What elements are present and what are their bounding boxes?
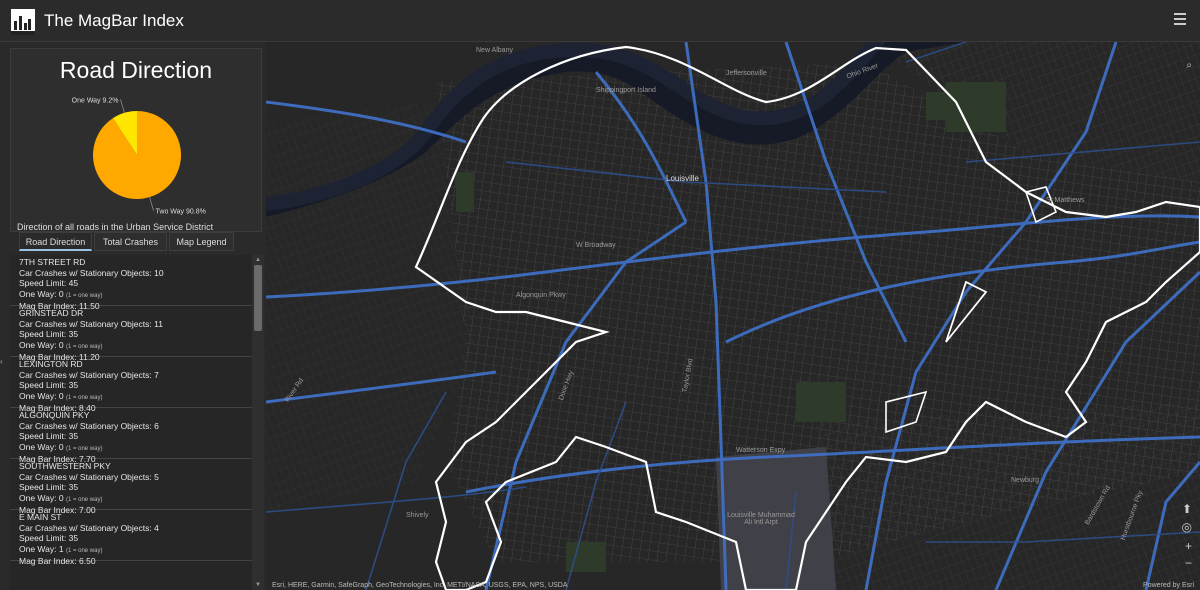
search-icon[interactable]: ⌕	[1186, 60, 1192, 71]
list-item[interactable]: E MAIN ST Car Crashes w/ Stationary Obje…	[10, 510, 252, 566]
road-oneway: One Way: 0 (1 = one way)	[19, 288, 103, 299]
map-label-shively: Shively	[406, 512, 429, 519]
map-label-algonquin: Algonquin Pkwy	[516, 292, 566, 299]
road-name: LEXINGTON RD	[19, 359, 83, 369]
pie-leader-1	[120, 99, 125, 113]
road-name: SOUTHWESTERN PKY	[19, 461, 111, 471]
list-item[interactable]: 7TH STREET RD Car Crashes w/ Stationary …	[10, 255, 252, 311]
app-title: The MagBar Index	[44, 11, 184, 30]
road-name: ALGONQUIN PKY	[19, 410, 90, 420]
road-oneway: One Way: 0 (1 = one way)	[19, 390, 103, 401]
compass-icon[interactable]: ⬆	[1182, 502, 1192, 516]
locate-icon[interactable]: ◎	[1182, 520, 1192, 534]
top-bar: The MagBar Index	[0, 0, 1200, 42]
map-label-jeffersonville: Jeffersonville	[726, 70, 767, 77]
powered-by[interactable]: Powered by Esri	[1143, 582, 1194, 589]
map-label-airport: Louisville Muhammad Ali Intl Arpt	[727, 512, 795, 526]
road-index: Mag Bar Index: 6.50	[19, 556, 96, 566]
road-name: GRINSTEAD DR	[19, 308, 84, 318]
road-direction-chart: Road Direction Two Way 90.8% One Way 9.2%…	[10, 48, 262, 232]
pie-label-1: One Way 9.2%	[72, 97, 119, 104]
oneway-note: (1 = one way)	[65, 496, 103, 503]
scroll-up-icon[interactable]: ▲	[255, 257, 261, 263]
pie-label-0: Two Way 90.8%	[156, 209, 206, 216]
road-speed: Speed Limit: 35	[19, 482, 79, 492]
pie-chart: Two Way 90.8% One Way 9.2%	[72, 97, 206, 216]
tab-map-legend[interactable]: Map Legend	[169, 232, 234, 251]
road-crashes: Car Crashes w/ Stationary Objects: 7	[19, 369, 159, 380]
map-label-broadway: W Broadway	[576, 242, 616, 249]
magbar-logo	[11, 9, 35, 35]
map-canvas[interactable]	[266, 42, 1200, 590]
oneway-note: (1 = one way)	[65, 394, 103, 401]
list-scrollbar[interactable]: ▲ ▼	[252, 255, 264, 590]
chart-caption: Direction of all roads in the Urban Serv…	[17, 222, 214, 232]
road-oneway: One Way: 0 (1 = one way)	[19, 492, 103, 503]
tab-road-direction[interactable]: Road Direction	[19, 232, 92, 251]
scroll-thumb[interactable]	[254, 265, 262, 331]
map-label-watterson: Watterson Expy	[736, 447, 786, 454]
road-crashes: Car Crashes w/ Stationary Objects: 6	[19, 420, 159, 431]
list-item[interactable]: ALGONQUIN PKY Car Crashes w/ Stationary …	[10, 408, 252, 464]
road-crashes: Car Crashes w/ Stationary Objects: 10	[19, 267, 164, 278]
map-label-newburg: Newburg	[1011, 477, 1040, 484]
road-oneway: One Way: 0 (1 = one way)	[19, 339, 103, 350]
oneway-note: (1 = one way)	[65, 445, 103, 452]
oneway-note: (1 = one way)	[65, 292, 103, 299]
road-speed: Speed Limit: 35	[19, 533, 79, 543]
zoom-in-icon[interactable]: +	[1185, 539, 1192, 553]
map-label-louisville: Louisville	[666, 174, 699, 183]
road-speed: Speed Limit: 45	[19, 278, 79, 288]
road-crashes: Car Crashes w/ Stationary Objects: 5	[19, 471, 159, 482]
list-item[interactable]: SOUTHWESTERN PKY Car Crashes w/ Stationa…	[10, 459, 252, 515]
map-label-new-albany: New Albany	[476, 47, 513, 54]
map-view[interactable]: New Albany Jeffersonville Shippingport I…	[266, 42, 1200, 590]
pie-leader-0	[149, 197, 154, 211]
map-label-st-matthews: St Matthews	[1046, 197, 1085, 204]
menu-icon[interactable]	[1174, 13, 1186, 28]
road-speed: Speed Limit: 35	[19, 380, 79, 390]
road-speed: Speed Limit: 35	[19, 329, 79, 339]
oneway-note: (1 = one way)	[65, 343, 103, 350]
map-attribution[interactable]: Esri, HERE, Garmin, SafeGraph, GeoTechno…	[272, 582, 568, 589]
map-label-shippingport: Shippingport Island	[596, 87, 656, 94]
zoom-out-icon[interactable]: −	[1185, 556, 1192, 570]
tab-total-crashes[interactable]: Total Crashes	[94, 232, 167, 251]
chart-title: Road Direction	[59, 57, 213, 83]
side-panel: Road Direction Two Way 90.8% One Way 9.2%…	[0, 42, 266, 590]
road-oneway: One Way: 0 (1 = one way)	[19, 441, 103, 452]
road-crashes: Car Crashes w/ Stationary Objects: 4	[19, 522, 159, 533]
list-item[interactable]: GRINSTEAD DR Car Crashes w/ Stationary O…	[10, 306, 252, 362]
road-name: 7TH STREET RD	[19, 257, 86, 267]
road-crashes: Car Crashes w/ Stationary Objects: 11	[19, 318, 163, 329]
road-speed: Speed Limit: 35	[19, 431, 79, 441]
road-list[interactable]: 7TH STREET RD Car Crashes w/ Stationary …	[10, 255, 252, 590]
scroll-down-icon[interactable]: ▼	[255, 582, 261, 588]
road-oneway: One Way: 1 (1 = one way)	[19, 543, 103, 554]
road-name: E MAIN ST	[19, 512, 62, 522]
oneway-note: (1 = one way)	[65, 547, 103, 554]
list-item[interactable]: LEXINGTON RD Car Crashes w/ Stationary O…	[10, 357, 252, 413]
collapse-panel-handle[interactable]: ‹	[0, 357, 3, 366]
